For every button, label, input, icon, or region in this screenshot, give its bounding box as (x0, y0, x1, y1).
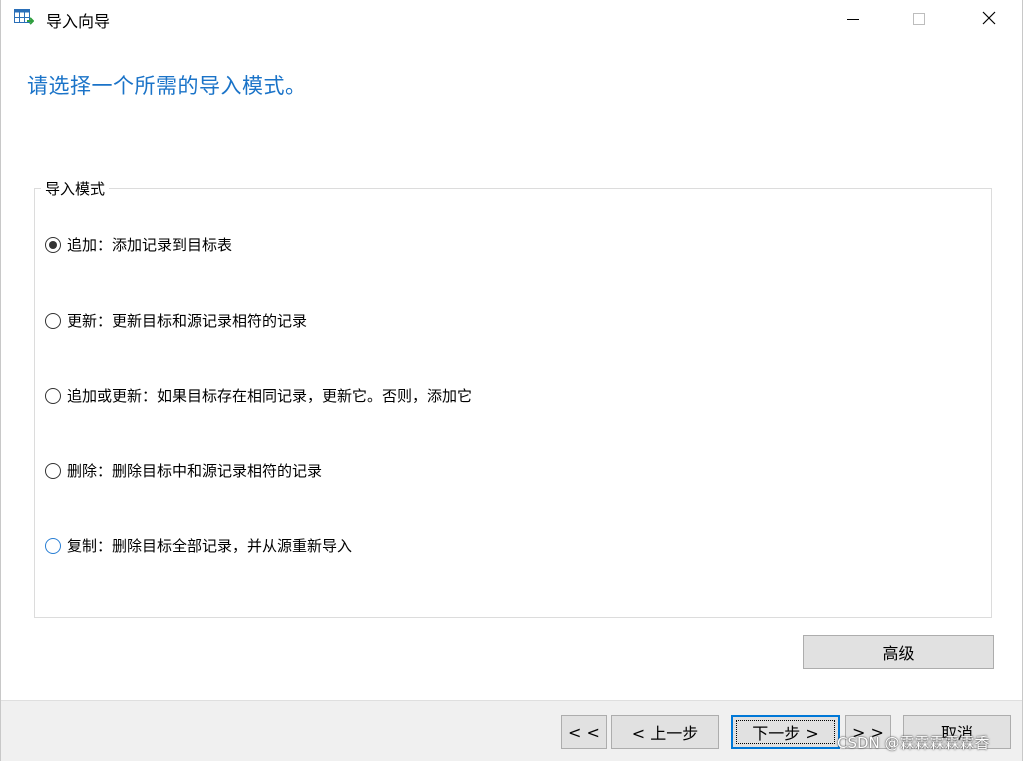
window-title: 导入向导 (46, 12, 111, 31)
option-label: 复制：删除目标全部记录，并从源重新导入 (67, 537, 353, 555)
close-button[interactable] (966, 0, 1012, 38)
option-label: 追加：添加记录到目标表 (67, 236, 233, 254)
advanced-button[interactable]: 高级 (803, 635, 994, 669)
radio-button-checked[interactable] (45, 236, 61, 253)
close-icon (982, 10, 996, 29)
title-bar[interactable]: 导入向导 (1, 0, 1022, 38)
radio-option-update[interactable]: 更新：更新目标和源记录相符的记录 (45, 310, 307, 331)
first-step-button[interactable]: < < (561, 715, 607, 749)
table-import-icon (14, 9, 35, 27)
radio-button[interactable] (45, 312, 61, 329)
radio-option-append[interactable]: 追加：添加记录到目标表 (45, 234, 232, 255)
radio-button[interactable] (45, 387, 61, 404)
option-label: 追加或更新：如果目标存在相同记录，更新它。否则，添加它 (67, 387, 473, 405)
radio-option-delete[interactable]: 删除：删除目标中和源记录相符的记录 (45, 460, 322, 481)
previous-step-button[interactable]: < 上一步 (611, 715, 719, 749)
focus-ring (736, 720, 835, 744)
minimize-button[interactable] (830, 0, 876, 38)
minimize-icon (847, 10, 859, 29)
option-label: 删除：删除目标中和源记录相符的记录 (67, 462, 323, 480)
radio-button[interactable] (45, 537, 61, 554)
maximize-icon (913, 10, 925, 29)
next-step-button[interactable]: 下一步 > (731, 715, 840, 749)
watermark: CSDN @霖霖霖霖霖香 (837, 734, 990, 752)
radio-button[interactable] (45, 462, 61, 479)
option-label: 更新：更新目标和源记录相符的记录 (67, 312, 308, 330)
import-wizard-window: 导入向导 请选择一个所需的导入模式。 导入模式 追加：添加记录到目标表 更新：更… (0, 0, 1023, 761)
page-heading: 请选择一个所需的导入模式。 (27, 74, 307, 98)
radio-option-append-or-update[interactable]: 追加或更新：如果目标存在相同记录，更新它。否则，添加它 (45, 385, 472, 406)
maximize-button[interactable] (896, 0, 942, 38)
radio-option-copy[interactable]: 复制：删除目标全部记录，并从源重新导入 (45, 535, 352, 556)
import-mode-legend: 导入模式 (41, 178, 110, 199)
